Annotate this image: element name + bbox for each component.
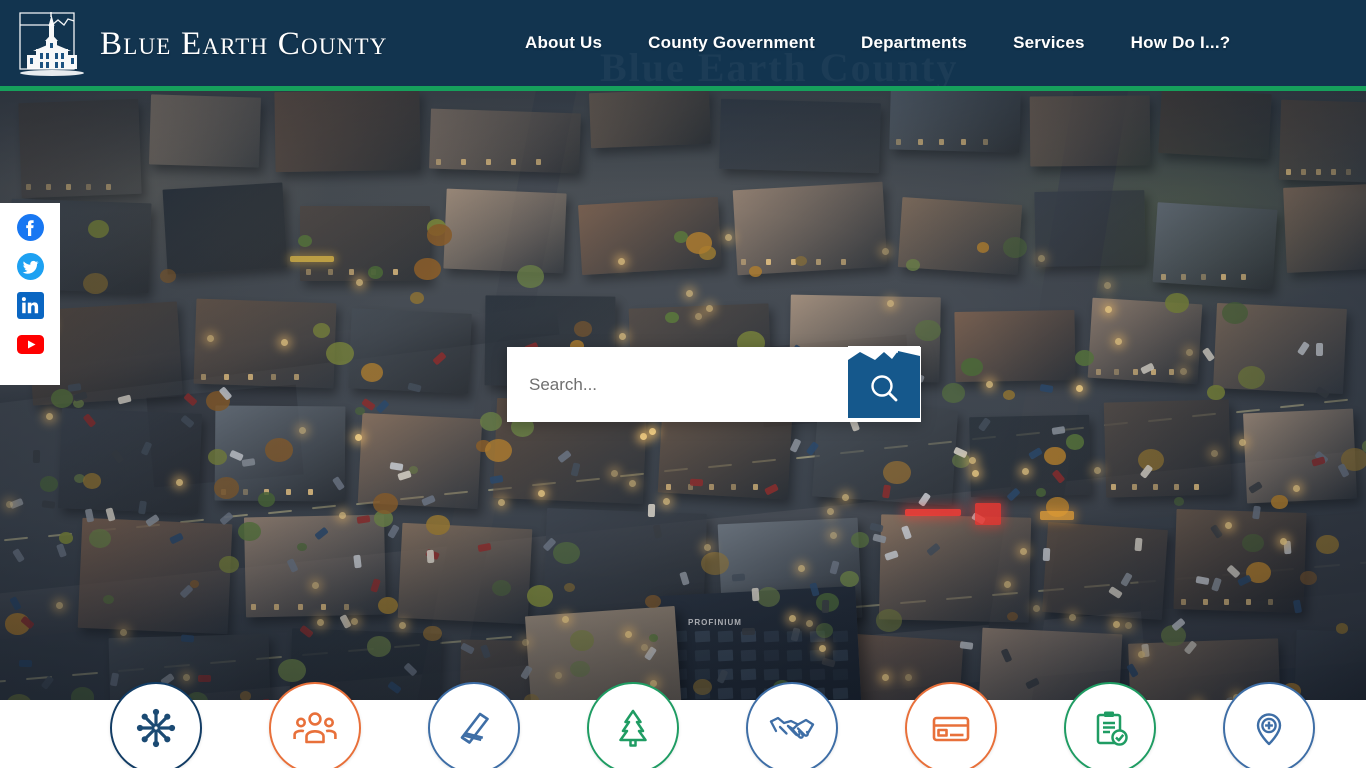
site-brand[interactable]: Blue Earth County: [12, 6, 388, 82]
quick-link-handshake[interactable]: [746, 682, 838, 768]
youtube-icon[interactable]: [16, 331, 44, 358]
nav-about-us[interactable]: About Us: [525, 27, 602, 59]
snowflake-icon: [136, 708, 176, 748]
quick-link-book[interactable]: [428, 682, 520, 768]
social-media-rail: [0, 203, 60, 385]
header-accent-bar: [0, 86, 1366, 91]
nav-how-do-i[interactable]: How Do I...?: [1131, 27, 1231, 59]
nav-services[interactable]: Services: [1013, 27, 1085, 59]
main-navigation: About Us County Government Departments S…: [525, 0, 1230, 86]
facebook-icon[interactable]: [16, 214, 44, 241]
quick-link-tree[interactable]: [587, 682, 679, 768]
book-icon: [460, 712, 489, 744]
clipboard-check-icon: [1096, 711, 1128, 746]
search-button[interactable]: [848, 346, 920, 422]
site-title: Blue Earth County: [100, 25, 388, 62]
site-search: [507, 346, 921, 422]
twitter-icon[interactable]: [16, 253, 44, 280]
quick-link-payment[interactable]: [905, 682, 997, 768]
quick-link-snowflake[interactable]: [110, 682, 202, 768]
nav-departments[interactable]: Departments: [861, 27, 967, 59]
quick-link-permit[interactable]: [1064, 682, 1156, 768]
credit-card-icon: [932, 716, 970, 742]
quick-links-row: [0, 682, 1366, 768]
map-pin-plus-icon: [1256, 713, 1282, 746]
nav-county-government[interactable]: County Government: [648, 27, 815, 59]
county-courthouse-logo-icon: [12, 7, 94, 81]
linkedin-icon[interactable]: [16, 292, 44, 319]
site-header: Blue Earth County About Us County Govern…: [0, 0, 1366, 86]
quick-link-people[interactable]: [269, 682, 361, 768]
building-sign-profinium: PROFINIUM: [688, 618, 742, 627]
handshake-icon: [769, 716, 815, 739]
pine-tree-icon: [619, 709, 647, 747]
quick-link-map[interactable]: [1223, 682, 1315, 768]
people-group-icon: [293, 712, 337, 744]
